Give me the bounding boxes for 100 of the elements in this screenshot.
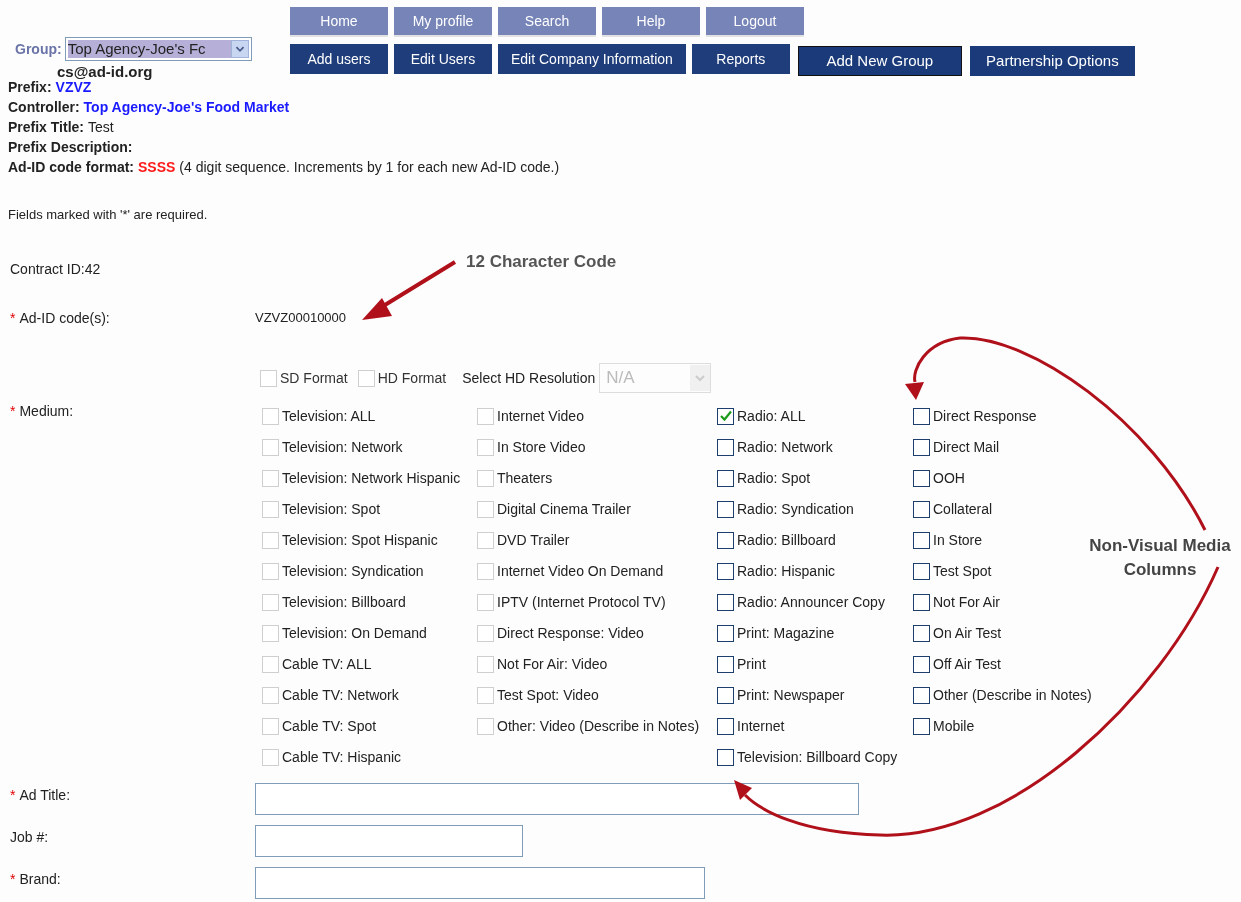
checkbox[interactable] bbox=[913, 594, 930, 611]
checkbox-label: Radio: Network bbox=[737, 438, 833, 457]
checkbox-label: Direct Mail bbox=[933, 438, 1000, 457]
checkbox[interactable] bbox=[913, 439, 930, 456]
checkbox-label: Radio: ALL bbox=[737, 407, 806, 426]
annotation-text: 12 Character Code bbox=[466, 251, 617, 273]
checkbox-label: Cable TV: Network bbox=[282, 686, 399, 705]
checkbox[interactable] bbox=[717, 594, 734, 611]
checkbox-label: Radio: Billboard bbox=[737, 531, 836, 550]
nav-button[interactable]: Add New Group bbox=[797, 46, 962, 76]
checkbox-label: Cable TV: ALL bbox=[282, 655, 372, 674]
checkbox-label: In Store Video bbox=[497, 438, 586, 457]
checkbox[interactable] bbox=[717, 718, 734, 735]
info-value: Test bbox=[88, 118, 114, 137]
checkbox-label: Not For Air: Video bbox=[497, 655, 608, 674]
nav-button[interactable]: Edit Company Information bbox=[498, 44, 686, 74]
field-label: Brand: bbox=[19, 871, 61, 887]
checkbox[interactable] bbox=[913, 470, 930, 487]
checkbox[interactable] bbox=[717, 408, 734, 425]
nav-button[interactable]: Add users bbox=[290, 44, 388, 74]
group-select[interactable]: Top Agency-Joe's Fc bbox=[64, 37, 252, 61]
checkbox-label: IPTV (Internet Protocol TV) bbox=[497, 593, 666, 612]
checkbox[interactable] bbox=[913, 532, 930, 549]
nav-button[interactable]: Help bbox=[602, 7, 700, 37]
checkbox-label: Other (Describe in Notes) bbox=[933, 686, 1092, 705]
checkbox-label: Television: ALL bbox=[282, 407, 376, 426]
checkbox-label: Radio: Hispanic bbox=[737, 562, 836, 581]
checkbox[interactable] bbox=[717, 470, 734, 487]
annotation-text: Non-Visual Media Columns bbox=[1088, 535, 1232, 581]
group-label: Group: bbox=[15, 39, 62, 59]
checkbox-label: Not For Air bbox=[933, 593, 1000, 612]
info-link[interactable]: Top Agency-Joe's Food Market bbox=[83, 97, 290, 117]
info-label: Prefix: bbox=[8, 78, 52, 97]
checkbox[interactable] bbox=[717, 501, 734, 518]
checkbox[interactable] bbox=[717, 749, 734, 766]
checkbox-label: OOH bbox=[933, 469, 965, 488]
nav-button[interactable]: Logout bbox=[706, 7, 804, 37]
checkbox-label: Television: Spot Hispanic bbox=[282, 531, 438, 550]
checkbox[interactable] bbox=[913, 687, 930, 704]
info-label: Prefix Description: bbox=[8, 138, 133, 157]
info-label: Prefix Title: bbox=[8, 118, 84, 137]
checkbox[interactable] bbox=[913, 408, 930, 425]
nav-button[interactable]: Reports bbox=[691, 44, 790, 74]
info-label: Ad-ID code format: bbox=[8, 158, 134, 177]
checkbox-label: Theaters bbox=[497, 469, 553, 488]
checkbox-label: Cable TV: Spot bbox=[282, 717, 377, 736]
text-input[interactable] bbox=[255, 867, 705, 899]
checkbox-label: Collateral bbox=[933, 500, 993, 519]
checkbox[interactable] bbox=[913, 656, 930, 673]
checkbox-label: Print: Magazine bbox=[737, 624, 835, 643]
checkbox-label: Television: Billboard bbox=[282, 593, 406, 612]
checkbox[interactable] bbox=[913, 501, 930, 518]
checkbox-label: Print: Newspaper bbox=[737, 686, 845, 705]
required-mark: * bbox=[10, 787, 16, 803]
checkbox-label: Direct Response bbox=[933, 407, 1037, 426]
required-note: Fields marked with '*' are required. bbox=[8, 206, 209, 224]
checkbox-label: On Air Test bbox=[933, 624, 1002, 643]
required-mark: * bbox=[10, 403, 16, 419]
nav-button[interactable]: Edit Users bbox=[394, 44, 492, 74]
field-label: Job #: bbox=[10, 829, 49, 845]
nav-button[interactable]: Search bbox=[498, 7, 596, 37]
field-label: Medium: bbox=[19, 403, 74, 419]
checkbox-label: Print bbox=[737, 655, 766, 674]
checkbox-label: Television: Network Hispanic bbox=[282, 469, 461, 488]
info-label: Controller: bbox=[8, 98, 80, 117]
checkbox[interactable] bbox=[717, 563, 734, 580]
text-input[interactable] bbox=[255, 825, 523, 857]
checkbox[interactable] bbox=[717, 625, 734, 642]
checkbox-label: Radio: Spot bbox=[737, 469, 811, 488]
field-label: Ad-ID code(s): bbox=[19, 310, 110, 326]
checkbox-label: Television: Network bbox=[282, 438, 403, 457]
nav-button[interactable]: Partnership Options bbox=[969, 46, 1135, 76]
checkbox-label: Mobile bbox=[933, 717, 975, 736]
checkbox-label: Internet Video On Demand bbox=[497, 562, 664, 581]
checkbox[interactable] bbox=[717, 532, 734, 549]
checkbox[interactable] bbox=[913, 563, 930, 580]
checkbox[interactable] bbox=[717, 439, 734, 456]
checkbox[interactable] bbox=[913, 718, 930, 735]
checkbox-label: Off Air Test bbox=[933, 655, 1001, 674]
checkbox-label: Radio: Announcer Copy bbox=[737, 593, 885, 612]
checkbox-label: Radio: Syndication bbox=[737, 500, 854, 519]
nav-button[interactable]: My profile bbox=[394, 7, 492, 37]
checkbox[interactable] bbox=[717, 656, 734, 673]
checkbox-label: Internet Video bbox=[497, 407, 584, 426]
checkbox-label: DVD Trailer bbox=[497, 531, 570, 550]
dropdown-caret-icon bbox=[690, 365, 711, 391]
text-input[interactable] bbox=[255, 783, 859, 815]
checkbox-label: Cable TV: Hispanic bbox=[282, 748, 402, 767]
checkbox-label: HD Format bbox=[377, 368, 447, 388]
checkbox-label: Digital Cinema Trailer bbox=[497, 500, 631, 519]
checkbox[interactable] bbox=[717, 687, 734, 704]
info-note: (4 digit sequence. Increments by 1 for each new Ad-ID code.) bbox=[179, 158, 560, 177]
checkbox-label: SD Format bbox=[280, 368, 348, 388]
checkbox-label: Test Spot: Video bbox=[497, 686, 599, 705]
field-label: Select HD Resolution bbox=[462, 368, 596, 388]
required-mark: * bbox=[10, 310, 16, 326]
checkbox[interactable] bbox=[913, 625, 930, 642]
checkbox-label: Television: Syndication bbox=[282, 562, 424, 581]
checkbox-label: Internet bbox=[737, 717, 785, 736]
nav-button[interactable]: Home bbox=[290, 7, 388, 37]
